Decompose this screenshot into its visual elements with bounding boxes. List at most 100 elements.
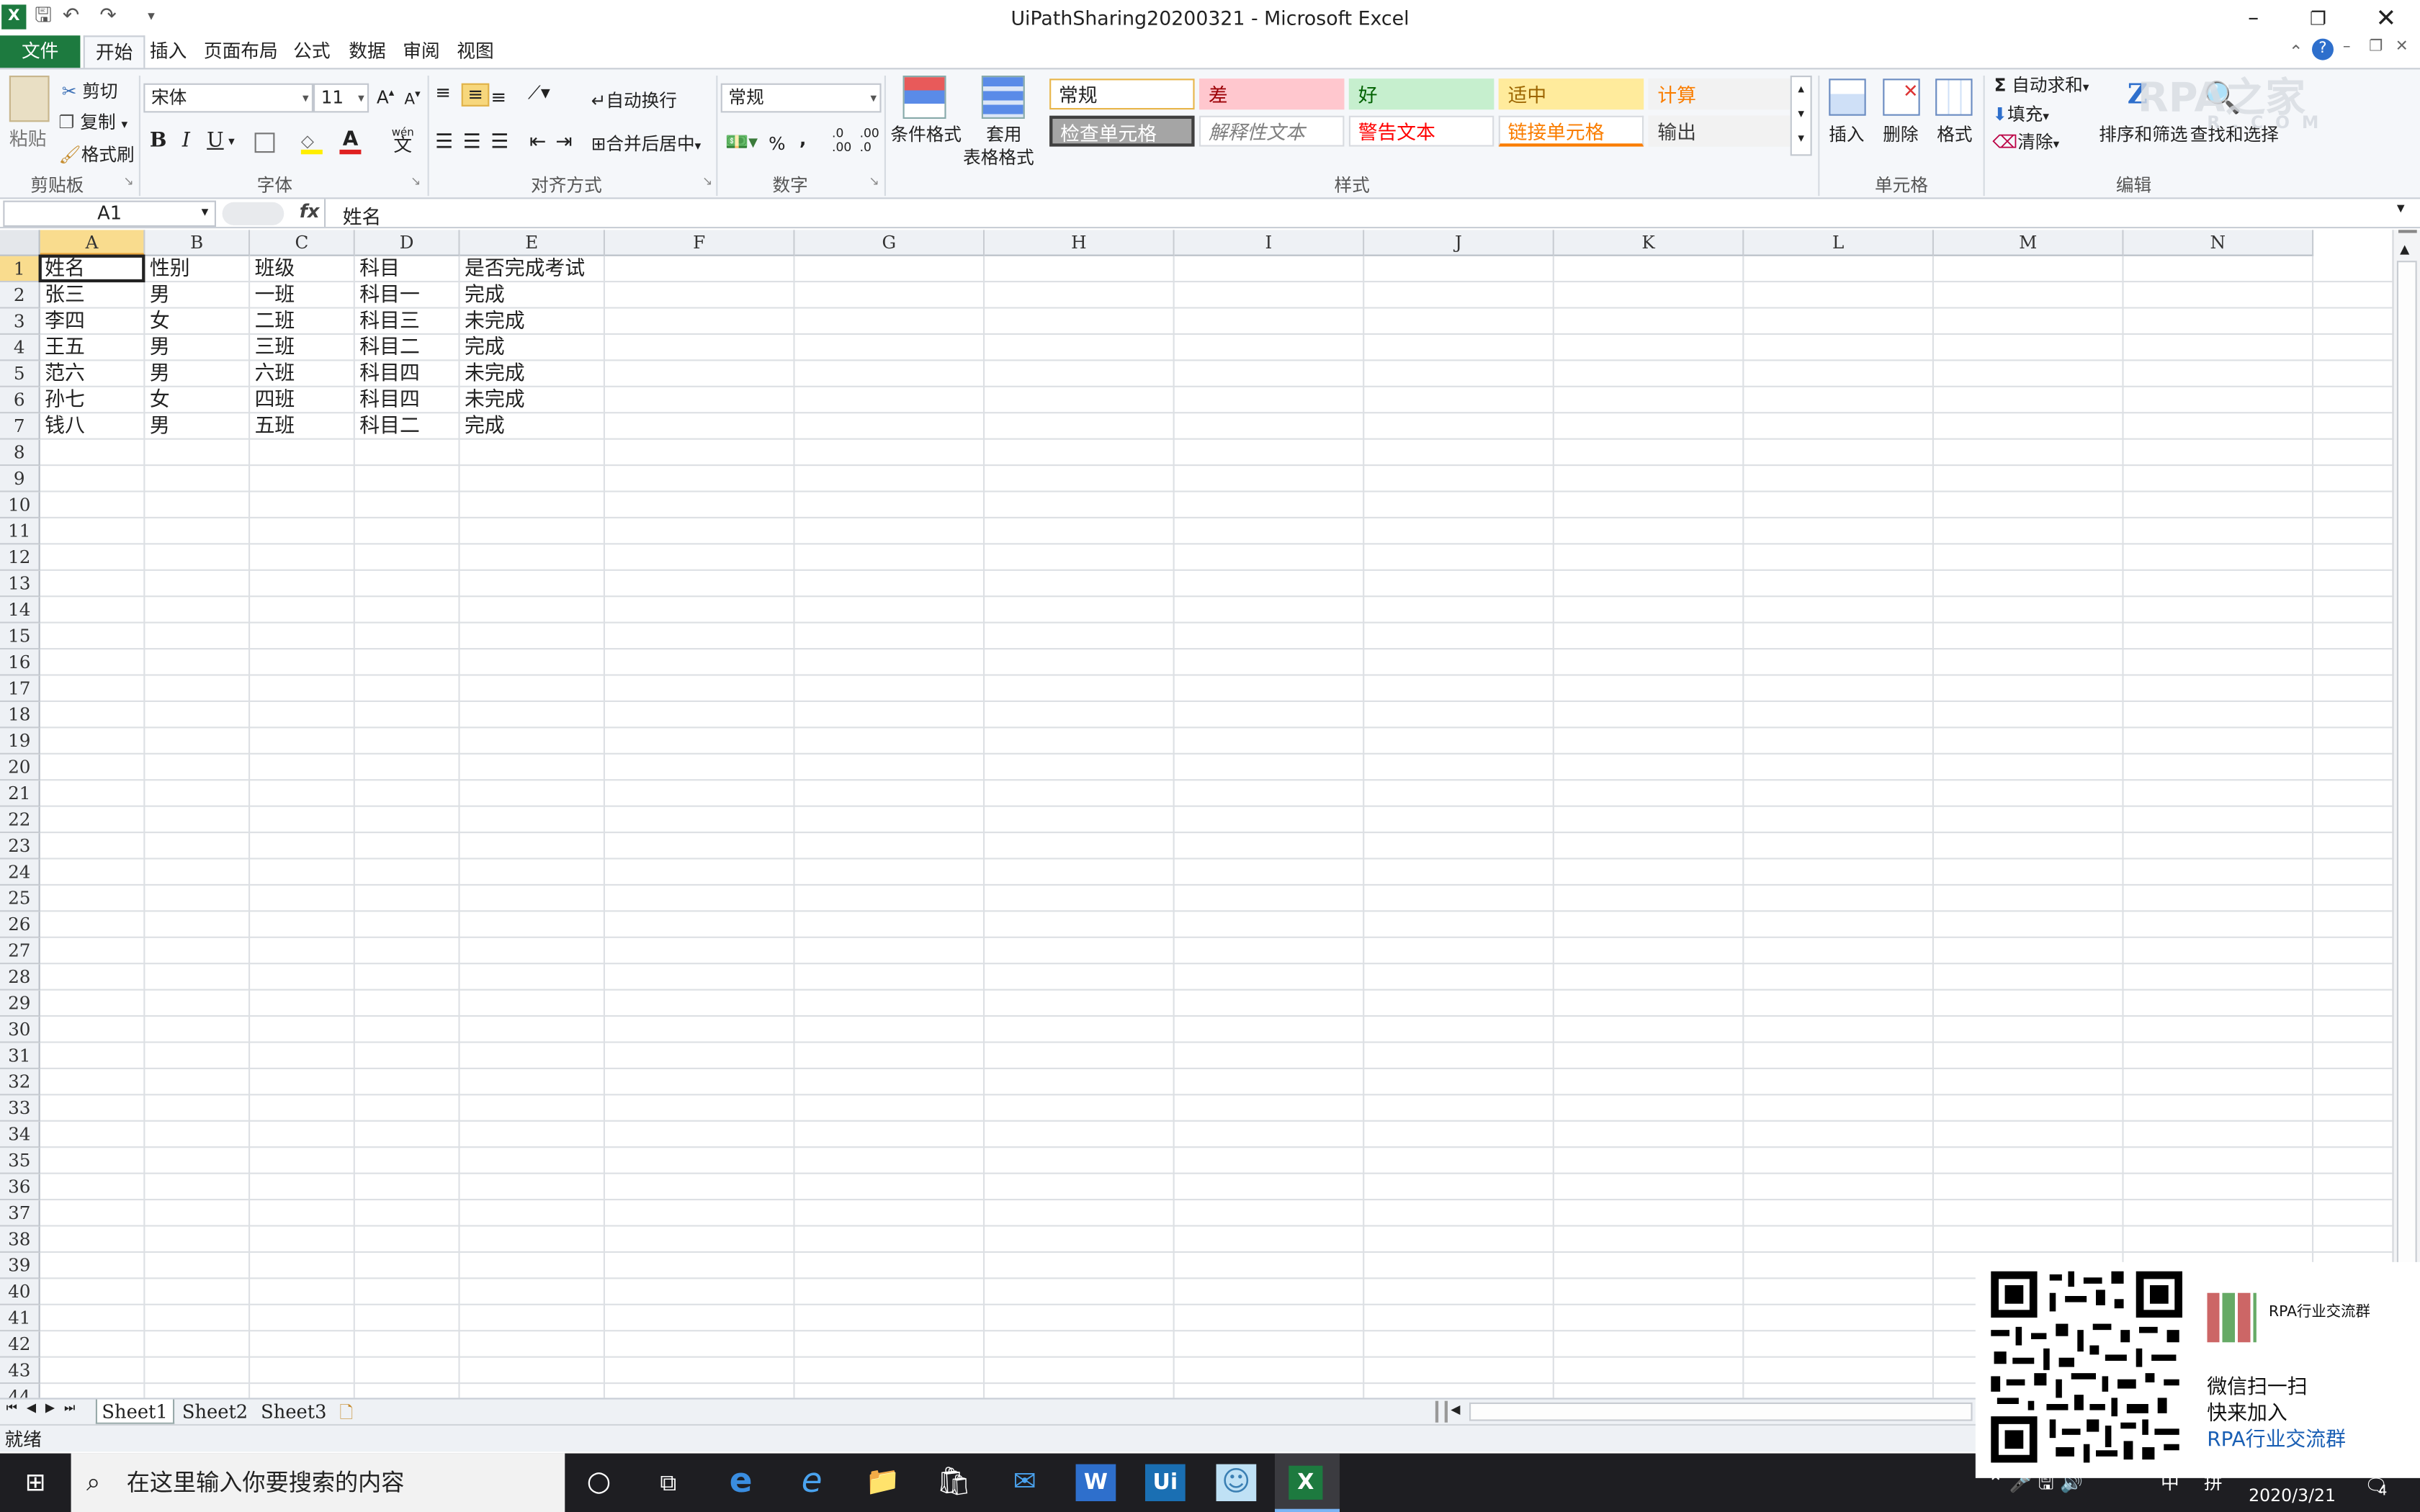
row-header-13[interactable]: 13	[0, 570, 40, 598]
insert-cells-button[interactable]: 插入	[1829, 122, 1864, 146]
cell-e6[interactable]: 未完成	[460, 387, 605, 413]
minimize-ribbon-icon[interactable]: ⌃	[2289, 42, 2303, 62]
cell-c3[interactable]: 二班	[250, 309, 355, 335]
row-header-43[interactable]: 43	[0, 1357, 40, 1385]
row-header-36[interactable]: 36	[0, 1174, 40, 1201]
cell-style-cells_row2-3[interactable]: 链接单元格	[1498, 115, 1644, 147]
cell-b1[interactable]: 性别	[145, 256, 250, 282]
format-painter-button[interactable]: 🖌格式刷	[58, 142, 134, 166]
row-header-32[interactable]: 32	[0, 1069, 40, 1096]
tab-split-handle[interactable]	[1435, 1400, 1448, 1423]
row-header-25[interactable]: 25	[0, 886, 40, 912]
tab-insert[interactable]: 插入	[139, 35, 197, 69]
row-header-40[interactable]: 40	[0, 1279, 40, 1305]
row-header-23[interactable]: 23	[0, 833, 40, 860]
column-header-j[interactable]: J	[1364, 230, 1554, 256]
format-cells-button[interactable]: 格式	[1937, 122, 1972, 146]
underline-dropdown-icon[interactable]: ▾	[228, 134, 235, 148]
row-header-5[interactable]: 5	[0, 361, 40, 387]
column-header-k[interactable]: K	[1554, 230, 1744, 256]
row-header-10[interactable]: 10	[0, 492, 40, 518]
row-header-33[interactable]: 33	[0, 1095, 40, 1122]
format-cells-icon[interactable]	[1935, 78, 1973, 116]
sort-filter-button[interactable]: 排序和筛选	[2099, 122, 2187, 146]
tab-formulas[interactable]: 公式	[282, 35, 341, 69]
cell-style-cells_row1-0[interactable]: 常规	[1049, 78, 1195, 110]
font-size-combo[interactable]: 11 ▾	[313, 83, 369, 113]
close-icon[interactable]: ✕	[2352, 0, 2420, 37]
tab-data[interactable]: 数据	[338, 35, 396, 69]
sheet-tab-sheet2[interactable]: Sheet2	[177, 1400, 252, 1424]
cell-style-cells_row2-4[interactable]: 输出	[1648, 115, 1793, 147]
formula-input[interactable]: 姓名	[343, 201, 382, 230]
alignment-launcher-icon[interactable]: ↘	[702, 174, 712, 188]
format-as-table-label-1[interactable]: 套用	[986, 122, 1021, 146]
cell-d5[interactable]: 科目四	[355, 361, 460, 387]
cell-c4[interactable]: 三班	[250, 335, 355, 361]
row-header-11[interactable]: 11	[0, 518, 40, 545]
cell-d2[interactable]: 科目一	[355, 282, 460, 308]
row-header-35[interactable]: 35	[0, 1148, 40, 1174]
expand-formula-bar-icon[interactable]: ▾	[2397, 201, 2405, 218]
conditional-formatting-icon[interactable]	[902, 76, 946, 119]
row-header-16[interactable]: 16	[0, 649, 40, 676]
uipath-icon[interactable]: Ui	[1145, 1464, 1186, 1501]
cell-e1[interactable]: 是否完成考试	[460, 256, 605, 282]
worksheet-grid[interactable]: A B C D E F G H I J K L M N 1 2 3 4 5 6 7 8 9 10 11 12 13 14 15 16 17 1…	[0, 230, 2393, 1398]
autosum-button[interactable]: Σ 自动求和▾	[1994, 73, 2089, 97]
mail-icon[interactable]: ✉	[1005, 1464, 1045, 1501]
row-header-26[interactable]: 26	[0, 912, 40, 938]
row-header-30[interactable]: 30	[0, 1017, 40, 1043]
chevron-down-icon[interactable]: ▾	[1792, 102, 1811, 126]
font-color-icon[interactable]: A	[343, 128, 359, 151]
row-header-21[interactable]: 21	[0, 780, 40, 807]
clear-button[interactable]: ⌫清除▾	[1992, 130, 2059, 154]
column-header-n[interactable]: N	[2123, 230, 2314, 256]
format-as-table-label-2[interactable]: 表格格式	[963, 145, 1034, 169]
tab-page-layout[interactable]: 页面布局	[193, 35, 289, 69]
cell-d3[interactable]: 科目三	[355, 309, 460, 335]
conditional-formatting-button[interactable]: 条件格式	[890, 122, 962, 146]
store-icon[interactable]: 🛍	[933, 1464, 974, 1501]
chevron-down-icon[interactable]: ▾	[202, 202, 209, 225]
paste-button[interactable]: 粘贴	[9, 125, 46, 151]
align-right-icon[interactable]: ☰	[490, 131, 508, 154]
row-header-15[interactable]: 15	[0, 623, 40, 650]
windows-start-icon[interactable]: ⊞	[15, 1464, 55, 1501]
sheet-tab-sheet3[interactable]: Sheet3	[256, 1400, 331, 1424]
cell-style-cells_row1-3[interactable]: 适中	[1498, 78, 1644, 110]
row-header-19[interactable]: 19	[0, 728, 40, 755]
cell-c6[interactable]: 四班	[250, 387, 355, 413]
taskbar-search-box[interactable]: ⌕ 在这里输入你要搜索的内容	[71, 1453, 565, 1512]
horizontal-scroll-thumb[interactable]	[1469, 1402, 1973, 1421]
cell-d4[interactable]: 科目二	[355, 335, 460, 361]
italic-button[interactable]: I	[182, 130, 190, 153]
row-header-42[interactable]: 42	[0, 1331, 40, 1358]
vertical-scrollbar[interactable]: ▲ ▼	[2392, 230, 2420, 1398]
row-header-38[interactable]: 38	[0, 1226, 40, 1253]
delete-cells-button[interactable]: 删除	[1883, 122, 1918, 146]
cell-style-cells_row2-0[interactable]: 检查单元格	[1049, 115, 1195, 147]
shrink-font-button[interactable]: A▾	[404, 88, 420, 109]
fill-button[interactable]: ⬇填充▾	[1992, 102, 2049, 126]
row-header-2[interactable]: 2	[0, 282, 40, 309]
row-header-37[interactable]: 37	[0, 1200, 40, 1227]
borders-icon[interactable]	[254, 132, 275, 153]
insert-function-icon[interactable]: fx	[300, 201, 320, 222]
underline-button[interactable]: U	[207, 130, 224, 153]
font-launcher-icon[interactable]: ↘	[411, 174, 421, 188]
cortana-icon[interactable]: ○	[579, 1464, 619, 1501]
fill-color-icon[interactable]: ◇	[301, 131, 323, 151]
bold-button[interactable]: B	[150, 130, 167, 153]
restore-icon[interactable]: ❐	[2284, 0, 2352, 37]
phonetic-guide-icon[interactable]: wén 文	[389, 127, 417, 155]
edge-icon[interactable]: e	[721, 1463, 761, 1501]
row-header-9[interactable]: 9	[0, 466, 40, 492]
insert-cells-icon[interactable]	[1829, 78, 1866, 116]
copy-button[interactable]: ❐ 复制 ▾	[58, 109, 127, 134]
gallery-scroll[interactable]: ▴ ▾ ▾	[1790, 76, 1812, 156]
cell-a3[interactable]: 李四	[40, 309, 145, 335]
cell-style-cells_row2-1[interactable]: 解释性文本	[1199, 115, 1345, 147]
cell-b2[interactable]: 男	[145, 282, 250, 308]
clock-date[interactable]: 2020/3/21	[2249, 1486, 2336, 1506]
